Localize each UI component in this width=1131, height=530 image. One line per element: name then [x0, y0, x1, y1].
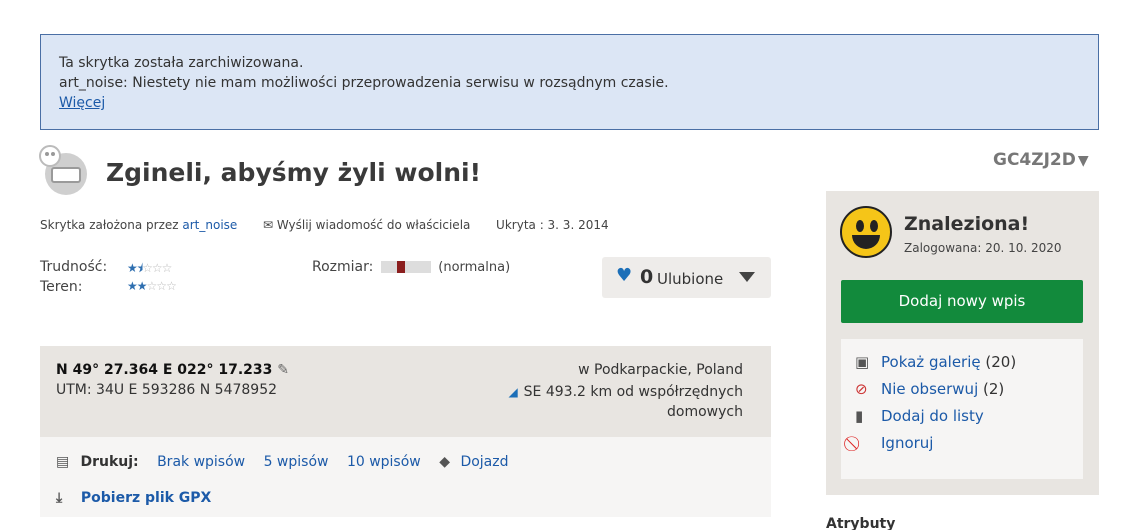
- created-by-label: Skrytka założona przez: [40, 218, 179, 232]
- star-icon: ★: [127, 261, 138, 275]
- location: w Podkarpackie, Poland: [578, 362, 743, 378]
- add-to-list-link[interactable]: Dodaj do listy: [881, 407, 984, 425]
- more-link[interactable]: Więcej: [59, 95, 105, 111]
- archived-notice: Ta skrytka została zarchiwizowana. art_n…: [40, 34, 1099, 130]
- sidebar-links: ▣ Pokaż galerię (20) ⊘ Nie obserwuj (2) ▮ D…: [841, 339, 1083, 479]
- print-5-logs-link[interactable]: 5 wpisów: [264, 454, 329, 470]
- coordinates: N 49° 27.364 E 022° 17.233 ✎: [56, 362, 289, 378]
- size-text: (normalna): [438, 260, 511, 275]
- gallery-count: (20): [985, 353, 1017, 371]
- owner-link[interactable]: art_noise: [182, 218, 237, 232]
- size-label: Rozmiar:: [312, 259, 374, 275]
- gc-code: GC4ZJ2D: [993, 150, 1076, 170]
- favorites-count: 0: [640, 266, 654, 288]
- envelope-icon: ✉: [262, 218, 274, 232]
- print-row: ▤ Drukuj: Brak wpisów 5 wpisów 10 wpisów…: [56, 454, 509, 470]
- pencil-icon[interactable]: ✎: [277, 362, 289, 378]
- favorites-label: Ulubione: [657, 270, 724, 288]
- print-label: Drukuj:: [80, 454, 139, 470]
- attributes-heading: Atrybuty: [826, 516, 896, 530]
- print-panel: ▤ Drukuj: Brak wpisów 5 wpisów 10 wpisów…: [40, 437, 771, 517]
- star-icon: ☆: [161, 261, 173, 275]
- printer-icon: ▤: [56, 454, 70, 470]
- star-icon: ☆: [146, 279, 158, 293]
- distance: ◢ SE 493.2 km od współrzędnych domowych: [483, 382, 743, 422]
- ignore-icon: ⃠: [855, 434, 881, 452]
- favorites-widget[interactable]: ♥ 0 Ulubione: [602, 257, 771, 298]
- difficulty-label: Trudność:: [40, 259, 108, 275]
- hidden-date: Ukryta : 3. 3. 2014: [496, 218, 609, 232]
- direction-arrow-icon: ◢: [508, 385, 518, 399]
- download-gpx-link[interactable]: Pobierz plik GPX: [81, 490, 211, 506]
- star-icon: ☆: [151, 261, 163, 275]
- found-smiley-icon: [840, 206, 892, 258]
- size-info: Rozmiar: (normalna): [312, 259, 510, 275]
- page-title: Zgineli, abyśmy żyli wolni!: [106, 158, 481, 187]
- heart-icon: ♥: [616, 265, 633, 286]
- star-icon: ☆: [156, 279, 167, 293]
- download-icon: ⤓: [56, 490, 63, 506]
- gc-code-dropdown[interactable]: GC4ZJ2D ▼: [993, 150, 1089, 170]
- chevron-down-icon: ▼: [1077, 153, 1089, 169]
- logged-date: Zalogowana: 20. 10. 2020: [904, 241, 1062, 255]
- notice-line-1: Ta skrytka została zarchiwizowana.: [59, 55, 304, 71]
- print-10-logs-link[interactable]: 10 wpisów: [347, 454, 421, 470]
- star-icon: ★: [136, 279, 148, 293]
- unwatch-count: (2): [983, 380, 1005, 398]
- cache-meta: Skrytka założona przez art_noise ✉ Wyśli…: [40, 218, 609, 232]
- chevron-down-icon[interactable]: [739, 272, 755, 282]
- directions-icon: ◆: [439, 454, 450, 470]
- size-indicator: [380, 261, 431, 273]
- found-status: Znaleziona!: [904, 213, 1030, 235]
- sidebar-panel: Znaleziona! Zalogowana: 20. 10. 2020 Dod…: [826, 191, 1099, 495]
- ignore-link[interactable]: Ignoruj: [881, 434, 933, 452]
- distance-text: SE 493.2 km od współrzędnych domowych: [523, 384, 743, 420]
- unwatch-icon: ⊘: [855, 380, 868, 398]
- message-owner-link[interactable]: Wyślij wiadomość do właściciela: [277, 218, 471, 232]
- add-log-button[interactable]: Dodaj nowy wpis: [841, 280, 1083, 323]
- utm-coordinates: UTM: 34U E 593286 N 5478952: [56, 382, 278, 398]
- gpx-row: ⤓ Pobierz plik GPX: [56, 490, 211, 506]
- terrain-stars: ★★☆☆☆: [127, 279, 177, 293]
- print-no-logs-link[interactable]: Brak wpisów: [157, 454, 245, 470]
- traditional-cache-icon: [39, 145, 87, 195]
- difficulty-stars: ★⯨☆☆☆: [127, 259, 173, 280]
- notice-line-2: art_noise: Niestety nie mam możliwości p…: [59, 75, 669, 91]
- star-icon: ☆: [142, 261, 153, 275]
- directions-link[interactable]: Dojazd: [460, 454, 508, 470]
- star-icon: ☆: [166, 279, 177, 293]
- coordinates-panel: N 49° 27.364 E 022° 17.233 ✎ UTM: 34U E …: [40, 346, 771, 437]
- star-icon: ★: [127, 279, 138, 293]
- bookmark-icon: ▮: [855, 407, 864, 425]
- gallery-icon: ▣: [855, 353, 870, 371]
- latlon-text: N 49° 27.364 E 022° 17.233: [56, 362, 273, 378]
- show-gallery-link[interactable]: Pokaż galerię: [881, 353, 981, 371]
- unwatch-link[interactable]: Nie obserwuj: [881, 380, 978, 398]
- terrain-label: Teren:: [40, 279, 83, 295]
